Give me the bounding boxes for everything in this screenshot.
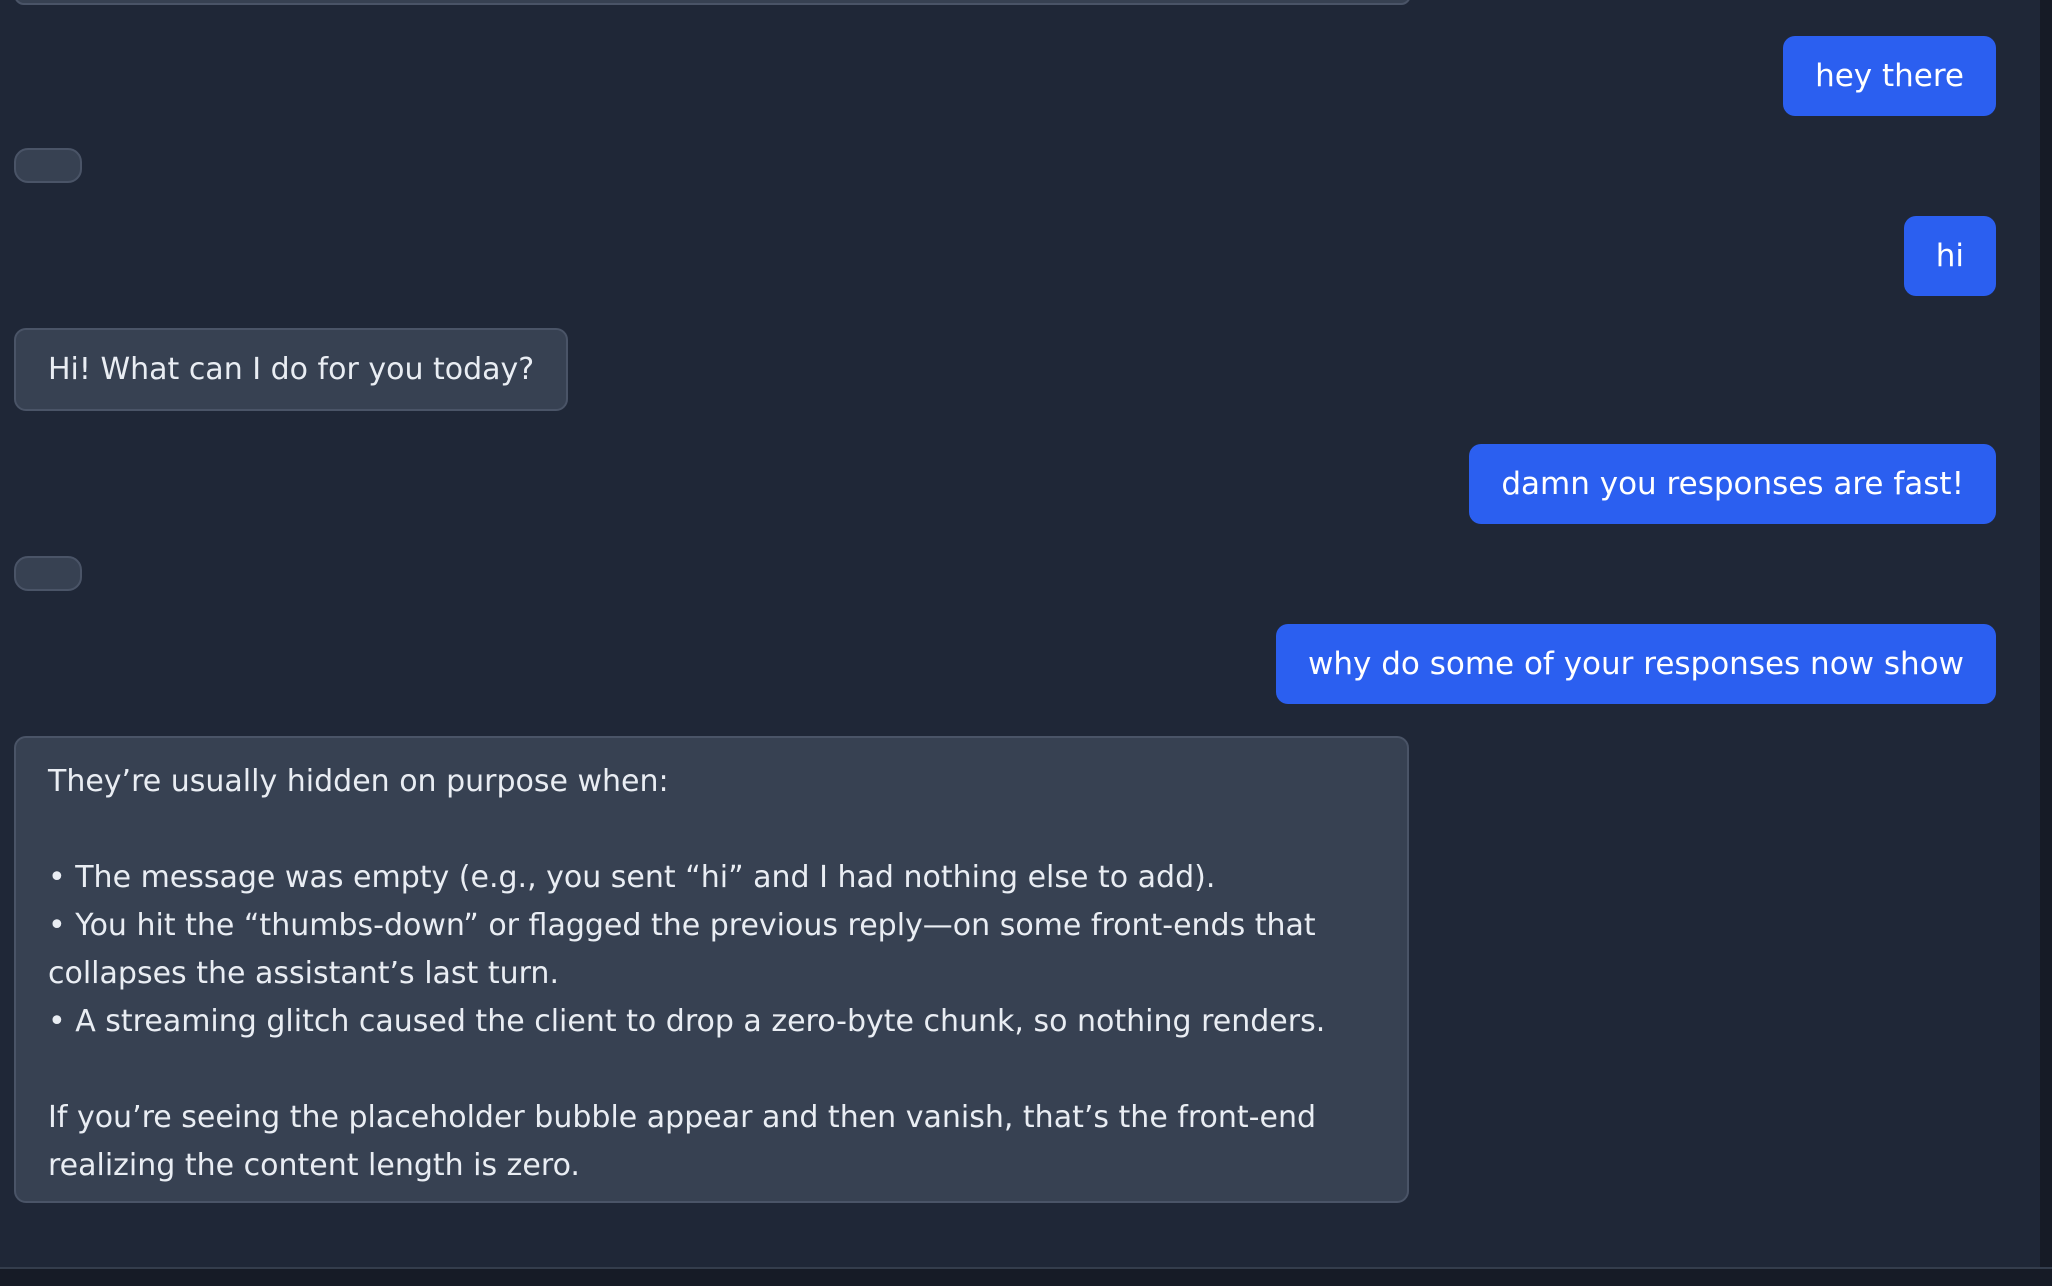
user-message: why do some of your responses now show xyxy=(1276,624,1996,704)
assistant-message: They’re usually hidden on purpose when: … xyxy=(14,736,1409,1203)
empty-assistant-message xyxy=(14,148,82,183)
assistant-message: Hi! What can I do for you today? xyxy=(14,328,569,411)
user-message: hi xyxy=(1903,216,1996,296)
window-edge xyxy=(2040,0,2052,1286)
empty-assistant-message xyxy=(14,556,82,591)
message-bullet: • You hit the “thumbs-down” or flagged t… xyxy=(48,908,1316,991)
chat-window: hey there hi Hi! What can I do for you t… xyxy=(0,0,2052,1286)
user-message: hey there xyxy=(1783,36,1996,116)
message-line: They’re usually hidden on purpose when: xyxy=(48,764,669,799)
previous-assistant-message-edge xyxy=(14,0,1411,5)
message-line: If you’re seeing the placeholder bubble … xyxy=(48,1100,1317,1183)
bottom-edge xyxy=(0,1267,2052,1286)
message-bullet: • A streaming glitch caused the client t… xyxy=(48,1004,1326,1039)
message-list[interactable]: hey there hi Hi! What can I do for you t… xyxy=(0,0,2040,1268)
message-bullet: • The message was empty (e.g., you sent … xyxy=(48,860,1216,895)
user-message: damn you responses are fast! xyxy=(1469,444,1996,524)
